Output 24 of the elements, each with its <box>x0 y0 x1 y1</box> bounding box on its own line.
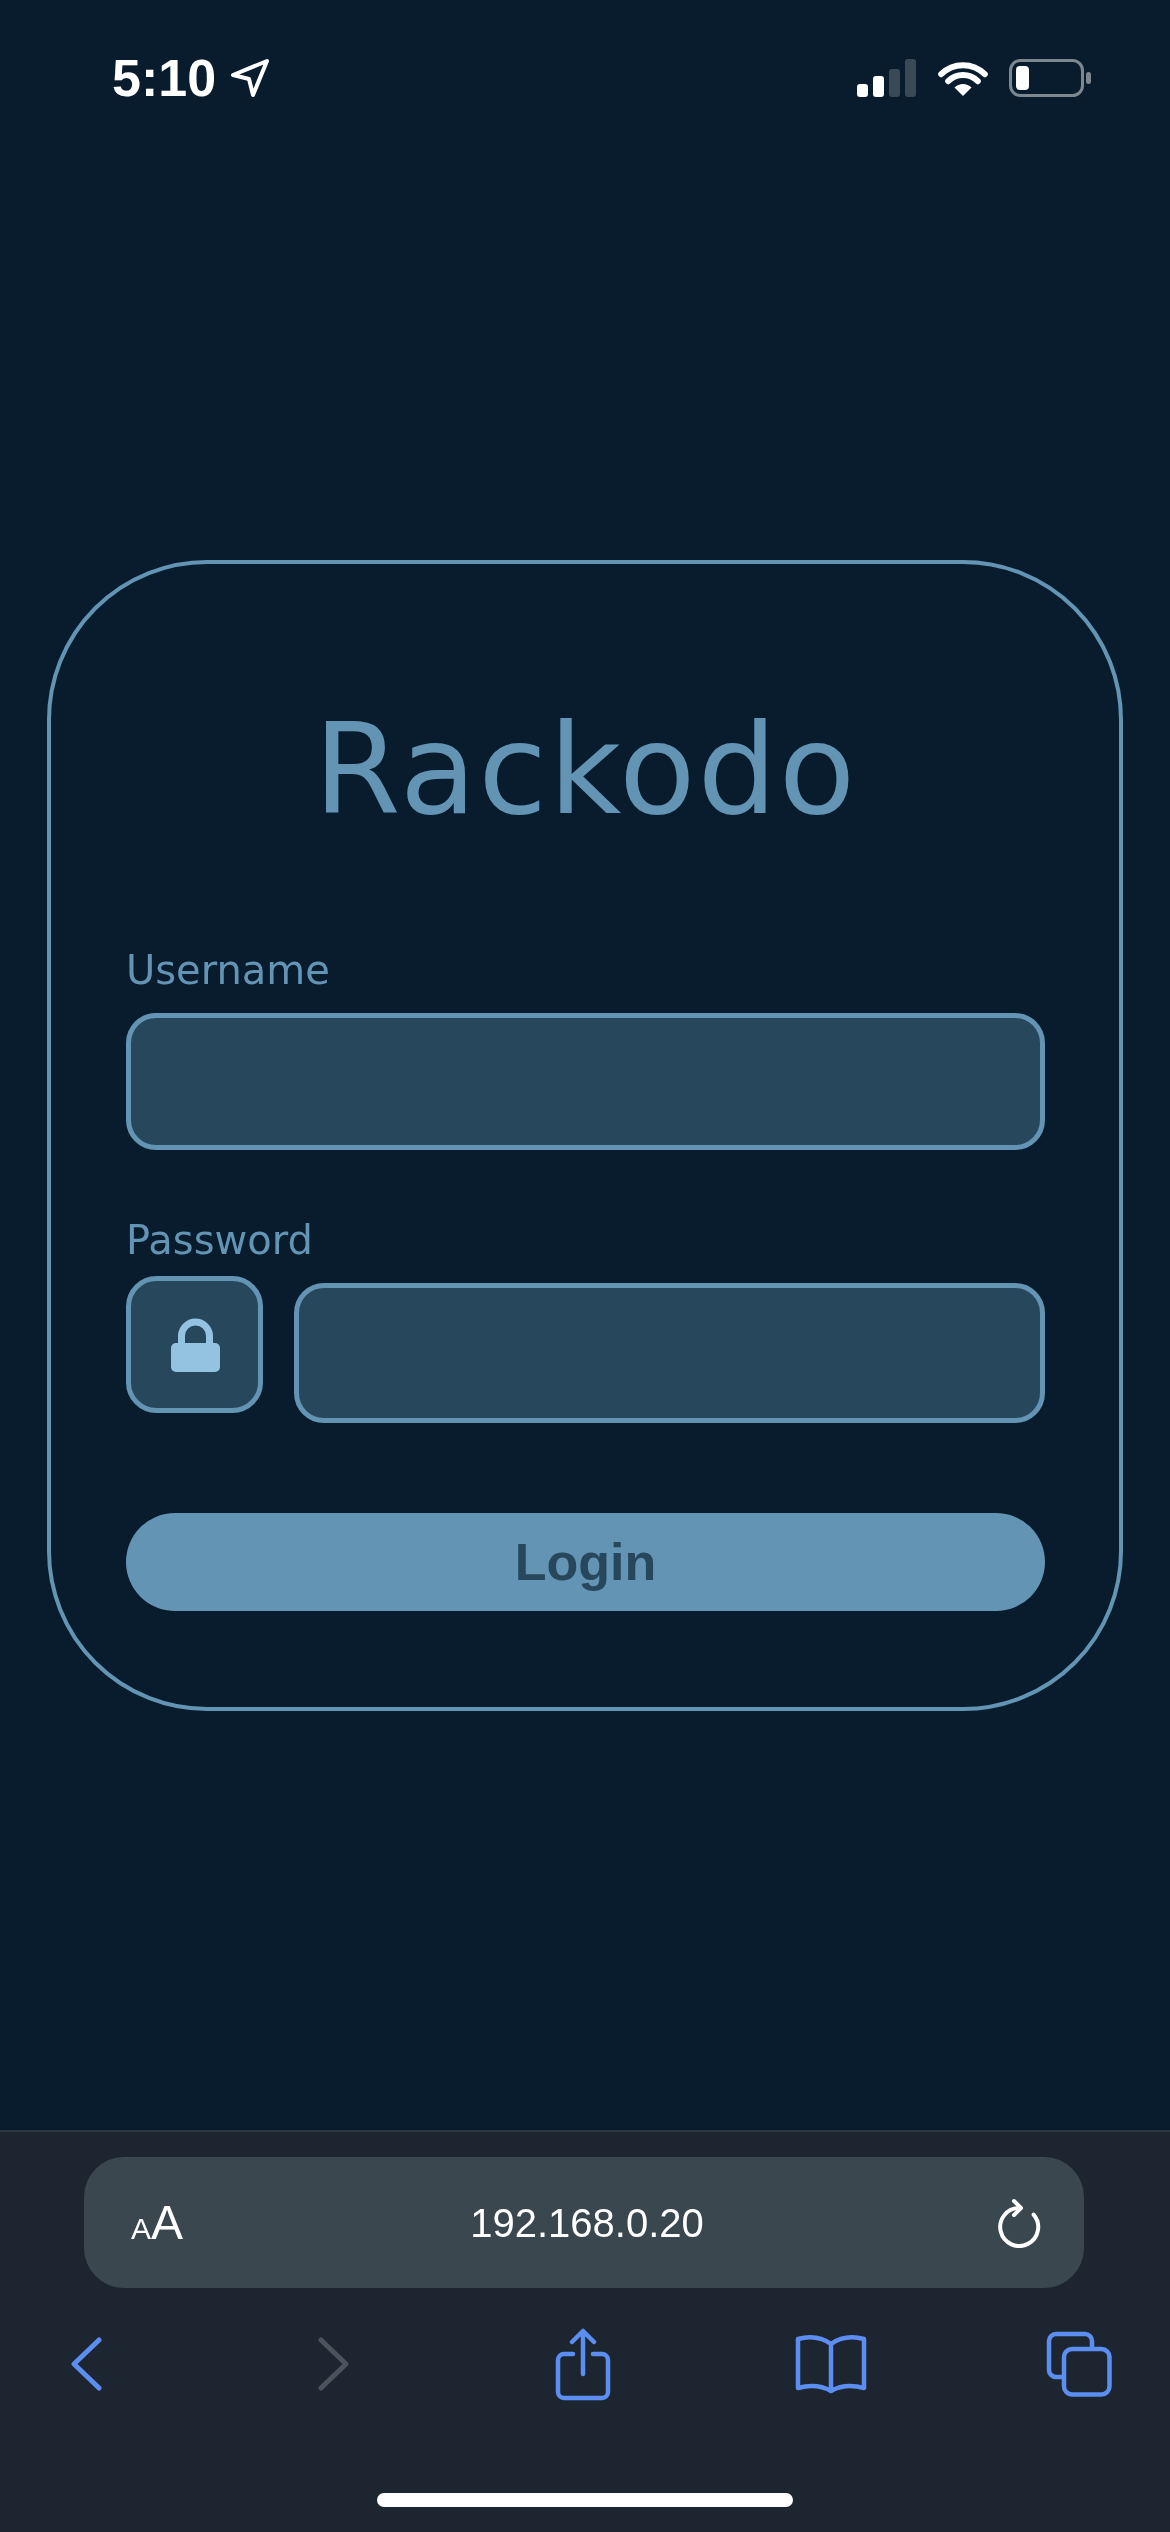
bookmarks-button[interactable] <box>794 2334 867 2394</box>
share-button[interactable] <box>554 2327 611 2401</box>
reload-button[interactable] <box>995 2197 1043 2248</box>
address-bar[interactable]: AA 192.168.0.20 <box>84 2157 1084 2288</box>
chevron-left-icon <box>70 2337 102 2391</box>
status-time: 5:10 <box>112 51 217 104</box>
back-button[interactable] <box>70 2337 102 2391</box>
reload-icon <box>995 2197 1043 2248</box>
field-label: Username <box>126 946 330 994</box>
tabs-icon <box>1046 2331 1112 2397</box>
share-icon <box>554 2327 611 2401</box>
signal-icon <box>857 58 917 97</box>
book-icon <box>794 2334 867 2394</box>
chevron-right-icon <box>318 2337 351 2391</box>
tabs-button[interactable] <box>1046 2331 1112 2397</box>
location-arrow-icon <box>230 57 271 98</box>
battery-icon <box>1009 58 1091 97</box>
app-title: Rackodo <box>313 707 858 832</box>
field-label: Password <box>126 1216 313 1264</box>
text-size-button[interactable]: AA <box>131 2198 184 2247</box>
lock-icon <box>126 1276 263 1413</box>
input-field[interactable] <box>126 1013 1045 1150</box>
password-field[interactable] <box>294 1283 1045 1423</box>
url-text: 192.168.0.20 <box>470 2199 704 2247</box>
